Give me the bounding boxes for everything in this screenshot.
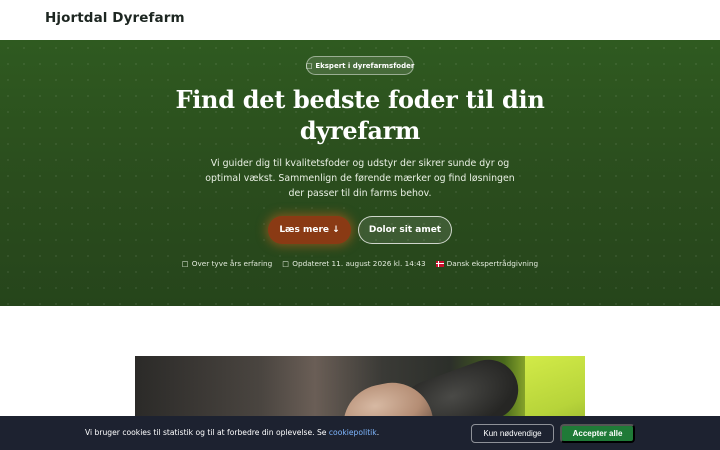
- meta-experience: □ Over tyve års erfaring: [182, 259, 273, 268]
- calendar-icon: □: [282, 259, 290, 268]
- meta-updated: □ Opdateret 11. august 2026 kl. 14:43: [282, 259, 425, 268]
- read-more-button[interactable]: Læs mere ↓: [268, 216, 351, 244]
- hero-description: Vi guider dig til kvalitetsfoder og udst…: [205, 158, 515, 199]
- hero-meta: □ Over tyve års erfaring □ Opdateret 11.…: [150, 259, 570, 268]
- accept-all-button[interactable]: Accepter alle: [560, 424, 635, 443]
- site-header: Hjortdal Dyrefarm: [0, 0, 720, 40]
- meta-danish: Dansk ekspertrådgivning: [435, 259, 539, 268]
- meta-updated-text: Opdateret 11. august 2026 kl. 14:43: [292, 259, 426, 268]
- badge-icon: □: [305, 61, 313, 70]
- badge-label: Ekspert i dyrefarmsfoder: [315, 61, 415, 70]
- necessary-cookies-button[interactable]: Kun nødvendige: [471, 424, 554, 443]
- cookie-text: Vi bruger cookies til statistik og til a…: [85, 428, 379, 437]
- experience-icon: □: [181, 259, 189, 268]
- meta-experience-text: Over tyve års erfaring: [191, 259, 273, 268]
- photo-vest: [525, 356, 585, 418]
- meta-danish-text: Dansk ekspertrådgivning: [446, 259, 539, 268]
- hero-photo: [135, 356, 585, 418]
- site-logo-text[interactable]: Hjortdal Dyrefarm: [45, 10, 185, 26]
- cookie-policy-link[interactable]: cookiepolitik: [329, 428, 377, 437]
- secondary-cta-button[interactable]: Dolor sit amet: [358, 216, 452, 244]
- expert-badge: □ Ekspert i dyrefarmsfoder: [306, 56, 414, 75]
- hero-title: Find det bedste foder til din dyrefarm: [175, 85, 545, 145]
- cookie-suffix: .: [376, 428, 380, 437]
- hero-section: □ Ekspert i dyrefarmsfoder Find det beds…: [0, 40, 720, 306]
- danish-flag-icon: [435, 260, 444, 267]
- cookie-message: Vi bruger cookies til statistik og til a…: [85, 428, 329, 437]
